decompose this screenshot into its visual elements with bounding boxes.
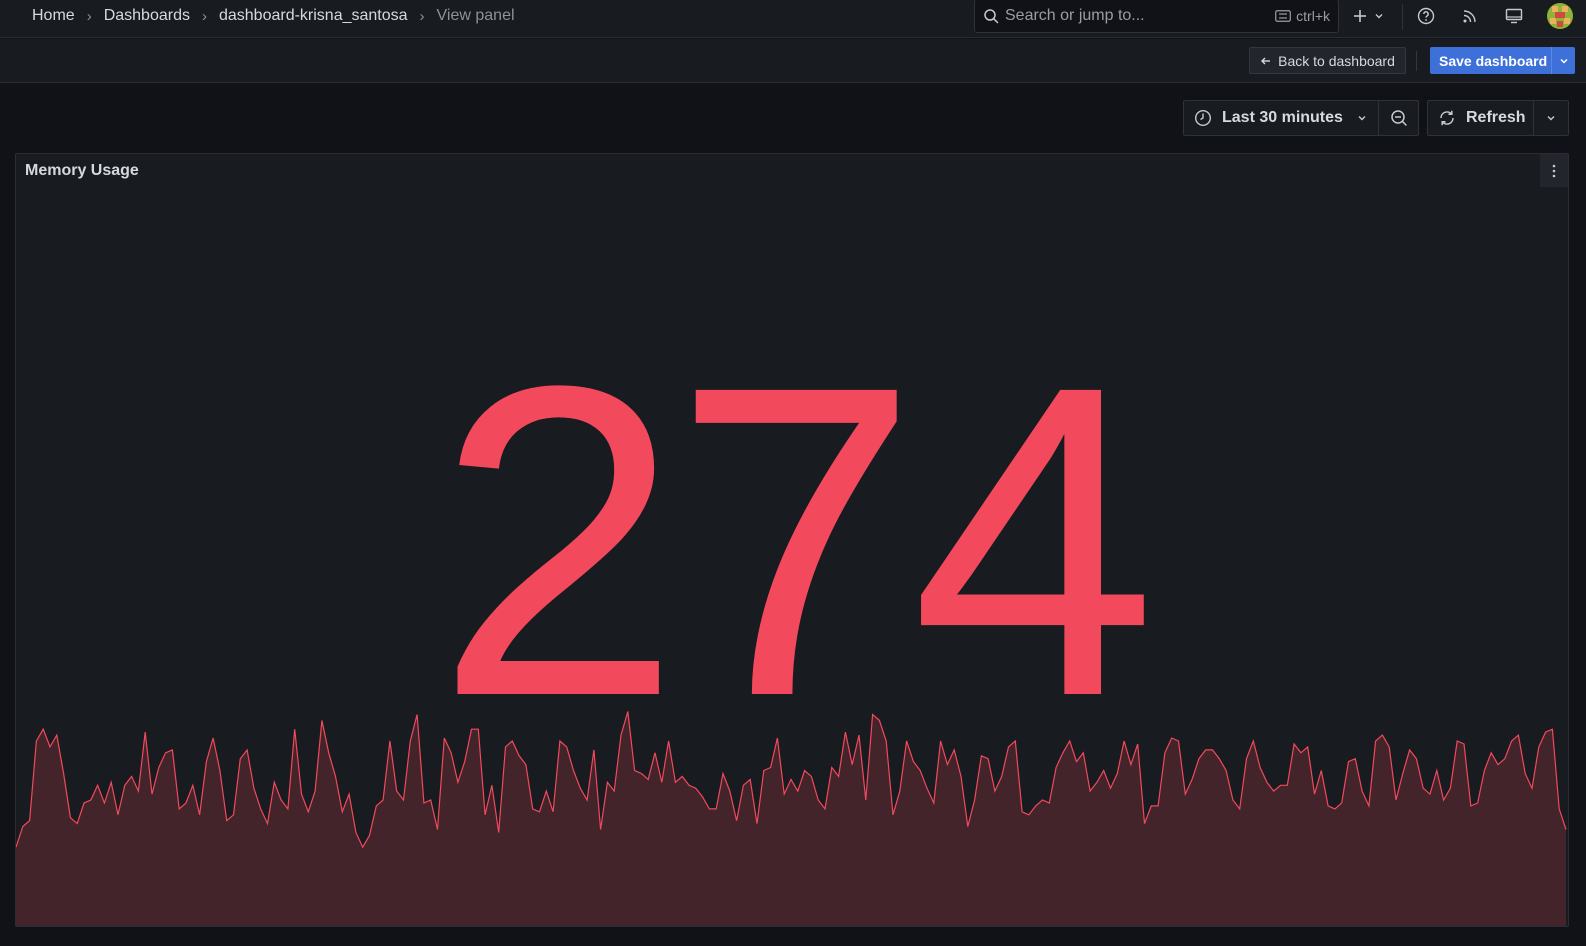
breadcrumb-home[interactable]: Home xyxy=(32,7,75,25)
panel-menu-button[interactable] xyxy=(1540,154,1568,187)
keyboard-shortcut: ctrl+k xyxy=(1275,8,1330,24)
clock-icon xyxy=(1194,109,1212,127)
stat-value: 274 xyxy=(435,294,1156,788)
panel-title: Memory Usage xyxy=(25,162,139,179)
back-label: Back to dashboard xyxy=(1278,52,1395,69)
time-range-button[interactable]: Last 30 minutes xyxy=(1184,101,1379,135)
chevron-down-icon xyxy=(1559,58,1568,64)
dashboard-actions-bar: Back to dashboard Save dashboard xyxy=(0,39,1586,83)
back-to-dashboard-button[interactable]: Back to dashboard xyxy=(1249,47,1406,74)
time-range-picker: Last 30 minutes xyxy=(1183,100,1419,136)
search-icon xyxy=(984,9,999,24)
user-avatar-icon xyxy=(1547,3,1573,29)
chevron-right-icon: › xyxy=(201,7,207,25)
chevron-right-icon: › xyxy=(86,7,92,25)
breadcrumb-current: View panel xyxy=(436,7,515,24)
save-dashboard-button[interactable]: Save dashboard xyxy=(1430,47,1575,74)
refresh-label: Refresh xyxy=(1466,109,1526,126)
chevron-down-icon xyxy=(1375,14,1383,19)
save-label: Save dashboard xyxy=(1439,52,1548,69)
search-placeholder: Search or jump to... xyxy=(1005,7,1145,24)
refresh-picker: Refresh xyxy=(1427,100,1569,136)
breadcrumb: Home › Dashboards › dashboard-krisna_san… xyxy=(32,0,515,32)
arrow-left-icon xyxy=(1261,57,1271,64)
monitor-icon xyxy=(1505,8,1523,24)
news-button[interactable] xyxy=(1461,0,1479,32)
kiosk-mode-button[interactable] xyxy=(1505,0,1523,32)
chevron-down-icon xyxy=(1358,116,1366,121)
top-nav-bar: Home › Dashboards › dashboard-krisna_san… xyxy=(0,0,1586,38)
keyboard-icon xyxy=(1275,10,1292,22)
plus-icon xyxy=(1354,10,1366,22)
chevron-down-icon xyxy=(1547,116,1555,121)
refresh-interval-button[interactable] xyxy=(1534,112,1568,124)
zoom-out-button[interactable] xyxy=(1379,109,1418,127)
divider xyxy=(1416,51,1417,71)
breadcrumb-dashboards[interactable]: Dashboards xyxy=(104,7,190,25)
help-button[interactable] xyxy=(1417,0,1435,32)
refresh-button[interactable]: Refresh xyxy=(1428,101,1534,135)
shortcut-label: ctrl+k xyxy=(1296,8,1330,24)
rss-icon xyxy=(1463,10,1476,23)
time-range-label: Last 30 minutes xyxy=(1222,109,1343,126)
avatar[interactable] xyxy=(1547,3,1573,29)
new-menu-button[interactable] xyxy=(1352,0,1385,32)
help-icon xyxy=(1417,7,1435,25)
refresh-icon xyxy=(1440,110,1454,126)
breadcrumb-dashboard[interactable]: dashboard-krisna_santosa xyxy=(219,7,408,25)
save-options-button[interactable] xyxy=(1551,47,1575,74)
more-vertical-icon xyxy=(1552,164,1556,177)
search-input[interactable]: Search or jump to... ctrl+k xyxy=(974,0,1339,33)
chevron-right-icon: › xyxy=(419,7,425,25)
zoom-out-icon xyxy=(1390,110,1407,126)
divider xyxy=(1402,4,1403,30)
stat-panel: 274 Memory Usage xyxy=(15,153,1569,927)
